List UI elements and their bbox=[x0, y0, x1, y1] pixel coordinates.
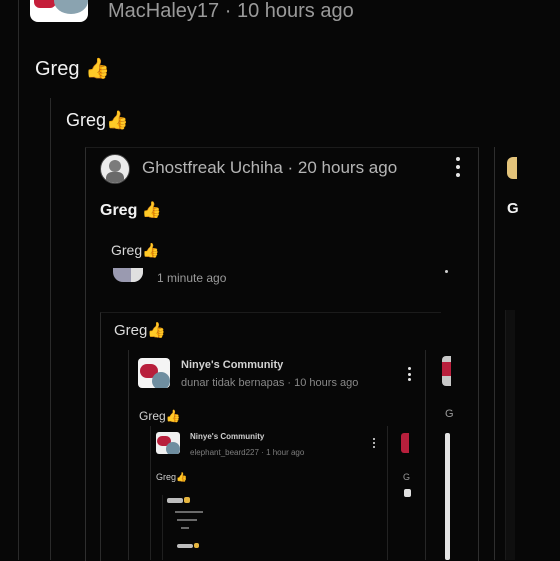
username[interactable]: dunar tidak bernapas bbox=[181, 377, 284, 389]
scrollbar-thumb[interactable] bbox=[445, 433, 450, 560]
cutoff-text: G bbox=[445, 408, 454, 420]
timestamp: 1 minute ago bbox=[157, 271, 227, 285]
community-name[interactable]: Ninye's Community bbox=[181, 359, 283, 371]
username[interactable]: elephant_beard227 bbox=[190, 448, 259, 457]
timestamp: 10 hours ago bbox=[236, 0, 354, 22]
thumbs-up-icon: 👍 bbox=[142, 242, 160, 258]
avatar-partial[interactable] bbox=[442, 356, 451, 386]
reply-text: Greg👍 bbox=[111, 242, 160, 258]
more-options-icon[interactable] bbox=[372, 438, 375, 448]
comment-header: MacHaley17 · 10 hours ago bbox=[108, 0, 354, 22]
avatar-partial[interactable] bbox=[401, 433, 409, 453]
cutoff-text: G bbox=[403, 472, 411, 482]
comment-text: Greg 👍 bbox=[35, 58, 110, 80]
community-name[interactable]: Ninye's Community bbox=[190, 432, 264, 441]
cutoff-text: G bbox=[507, 200, 519, 217]
thumbs-up-icon: 👍 bbox=[141, 202, 162, 219]
username[interactable]: MacHaley17 bbox=[108, 0, 219, 22]
timestamp: 1 hour ago bbox=[266, 448, 305, 457]
more-options-icon[interactable] bbox=[454, 157, 462, 177]
comment-header: Ghostfreak Uchiha · 20 hours ago bbox=[142, 158, 398, 177]
timestamp: 20 hours ago bbox=[297, 158, 398, 177]
avatar-ninye[interactable] bbox=[138, 358, 170, 388]
comment-header: dunar tidak bernapas · 10 hours ago bbox=[181, 377, 359, 389]
more-options-icon[interactable] bbox=[407, 367, 411, 381]
avatar-machaley[interactable] bbox=[30, 0, 88, 22]
avatar-ghostfreak[interactable] bbox=[100, 154, 130, 184]
reply-text: Greg👍 bbox=[66, 110, 129, 130]
scroll-strip bbox=[505, 310, 515, 560]
username[interactable]: Ghostfreak Uchiha bbox=[142, 158, 283, 177]
comment-header: elephant_beard227 · 1 hour ago bbox=[190, 448, 305, 457]
thread-line bbox=[18, 0, 19, 560]
thumbs-up-icon: 👍 bbox=[147, 322, 167, 339]
reply-text: Greg👍 bbox=[139, 409, 181, 423]
avatar-small[interactable] bbox=[113, 268, 143, 282]
thread-line bbox=[50, 98, 51, 560]
nested-comment-preview bbox=[162, 495, 373, 560]
timestamp: 10 hours ago bbox=[294, 377, 359, 389]
avatar-partial bbox=[404, 489, 411, 497]
reply-text: Greg👍 bbox=[114, 322, 167, 339]
avatar-ninye[interactable] bbox=[156, 432, 180, 454]
more-options-icon[interactable] bbox=[445, 270, 448, 273]
reply-text: Greg👍 bbox=[156, 472, 188, 482]
avatar-partial[interactable] bbox=[507, 157, 517, 179]
thumbs-up-icon: 👍 bbox=[176, 472, 188, 482]
comment-text: Greg 👍 bbox=[100, 202, 162, 219]
adjacent-card[interactable] bbox=[494, 147, 560, 560]
thumbs-up-icon: 👍 bbox=[85, 58, 110, 80]
thumbs-up-icon: 👍 bbox=[165, 409, 181, 423]
thumbs-up-icon: 👍 bbox=[106, 110, 129, 130]
